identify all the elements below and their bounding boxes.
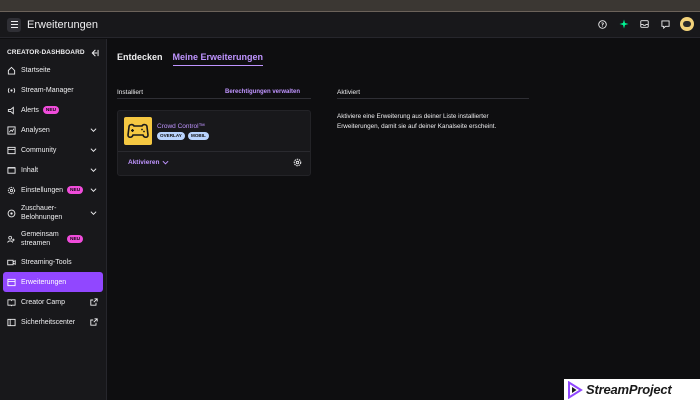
settings-icon bbox=[7, 186, 16, 195]
sidebar-item-label: Erweiterungen bbox=[21, 278, 67, 286]
sidebar-item-alerts[interactable]: Alerts NEU bbox=[0, 100, 106, 120]
community-icon bbox=[7, 146, 16, 155]
watermark-text: StreamProject bbox=[586, 382, 672, 397]
external-link-icon bbox=[90, 318, 98, 326]
window-top-strip bbox=[0, 0, 700, 12]
help-icon[interactable]: ? bbox=[596, 18, 609, 31]
sidebar-item-label: Einstellungen bbox=[21, 186, 64, 194]
play-logo-icon bbox=[568, 380, 583, 399]
tab-entdecken[interactable]: Entdecken bbox=[117, 52, 163, 66]
watermark-logo: StreamProject bbox=[564, 379, 700, 400]
top-nav: Erweiterungen ? bbox=[0, 12, 700, 38]
sidebar-item-label: Analysen bbox=[21, 126, 50, 134]
sidebar-item-label: Streaming-Tools bbox=[21, 258, 72, 266]
tag-mobil: MOBIL bbox=[188, 132, 209, 140]
sidebar-item-erweiterungen[interactable]: Erweiterungen bbox=[3, 272, 103, 292]
sidebar-item-zuschauer-belohnungen[interactable]: Zuschauer-Belohnungen bbox=[0, 200, 106, 226]
svg-text:?: ? bbox=[601, 22, 604, 28]
page-title: Erweiterungen bbox=[27, 18, 98, 31]
chevron-down-icon bbox=[90, 128, 97, 132]
sidebar-header: CREATOR-DASHBOARD bbox=[0, 39, 106, 59]
activate-dropdown[interactable]: Aktivieren bbox=[128, 159, 169, 166]
new-badge: NEU bbox=[67, 186, 84, 194]
sidebar-item-streaming-tools[interactable]: Streaming-Tools bbox=[0, 252, 106, 272]
new-badge: NEU bbox=[42, 106, 60, 114]
chevron-down-icon bbox=[90, 211, 97, 215]
alerts-icon bbox=[7, 105, 16, 115]
sidebar: CREATOR-DASHBOARD Startseite Stream-Mana… bbox=[0, 39, 107, 400]
sidebar-item-label: Gemeinsam streamen bbox=[21, 231, 59, 247]
sidebar-heading: CREATOR-DASHBOARD bbox=[7, 49, 85, 56]
sidebar-item-label: Startseite bbox=[21, 66, 51, 74]
chevron-down-icon bbox=[90, 188, 97, 192]
manage-permissions-link[interactable]: Berechtigungen verwalten bbox=[225, 89, 300, 95]
activated-heading: Aktiviert bbox=[337, 89, 361, 96]
content-icon bbox=[7, 166, 16, 175]
tag-overlay: OVERLAY bbox=[157, 132, 185, 140]
activated-empty-message: Aktiviere eine Erweiterung aus deiner Li… bbox=[337, 113, 497, 130]
crowd-control-logo[interactable] bbox=[124, 117, 152, 145]
safety-icon bbox=[7, 318, 16, 327]
chevron-down-icon bbox=[90, 148, 97, 152]
sidebar-item-label: Community bbox=[21, 146, 57, 154]
sidebar-item-stream-manager[interactable]: Stream-Manager bbox=[0, 80, 106, 100]
installed-divider bbox=[117, 98, 311, 99]
whispers-icon[interactable] bbox=[659, 18, 672, 31]
chevron-down-icon bbox=[90, 168, 97, 172]
sidebar-item-community[interactable]: Community bbox=[0, 140, 106, 160]
menu-icon[interactable] bbox=[7, 17, 21, 32]
sidebar-item-label: Zuschauer-Belohnungen bbox=[21, 205, 63, 221]
sidebar-item-label: Stream-Manager bbox=[21, 86, 74, 94]
header-icons: ? bbox=[596, 17, 694, 31]
extension-name[interactable]: Crowd Control™ bbox=[157, 123, 205, 130]
camp-icon bbox=[7, 298, 16, 307]
broadcast-icon bbox=[7, 86, 16, 95]
avatar[interactable] bbox=[680, 17, 694, 31]
sidebar-item-einstellungen[interactable]: Einstellungen NEU bbox=[0, 180, 106, 200]
tab-meine-erweiterungen[interactable]: Meine Erweiterungen bbox=[172, 52, 264, 66]
gear-icon[interactable] bbox=[293, 158, 302, 167]
collab-icon bbox=[7, 235, 16, 244]
sidebar-item-analysen[interactable]: Analysen bbox=[0, 120, 106, 140]
chevron-down-icon bbox=[162, 160, 169, 165]
sidebar-item-gemeinsam-streamen[interactable]: Gemeinsam streamen NEU bbox=[0, 226, 106, 252]
sidebar-item-creator-camp[interactable]: Creator Camp bbox=[0, 292, 106, 312]
rewards-icon bbox=[7, 209, 16, 218]
sidebar-item-startseite[interactable]: Startseite bbox=[0, 60, 106, 80]
collapse-sidebar-icon[interactable] bbox=[90, 49, 99, 57]
activated-divider bbox=[337, 98, 529, 99]
inbox-icon[interactable] bbox=[638, 18, 651, 31]
sidebar-item-sicherheitscenter[interactable]: Sicherheitscenter bbox=[0, 312, 106, 332]
home-icon bbox=[7, 66, 16, 75]
sidebar-item-label: Alerts bbox=[21, 106, 39, 114]
external-link-icon bbox=[90, 298, 98, 306]
new-badge: NEU bbox=[67, 235, 84, 243]
extensions-icon bbox=[7, 278, 16, 287]
sidebar-item-inhalt[interactable]: Inhalt bbox=[0, 160, 106, 180]
extension-tabs: Entdecken Meine Erweiterungen bbox=[117, 52, 264, 66]
sidebar-item-label: Sicherheitscenter bbox=[21, 318, 76, 326]
sidebar-item-label: Inhalt bbox=[21, 166, 39, 174]
sidebar-nav: Startseite Stream-Manager Alerts NEU Ana… bbox=[0, 60, 106, 332]
analytics-icon bbox=[7, 125, 16, 135]
extension-card: Crowd Control™ OVERLAY MOBIL Aktivieren bbox=[117, 110, 311, 176]
sidebar-item-label: Creator Camp bbox=[21, 298, 65, 306]
card-divider bbox=[118, 151, 310, 152]
installed-heading: Installiert bbox=[117, 89, 144, 96]
camera-icon bbox=[7, 258, 16, 267]
sparkle-icon[interactable] bbox=[617, 18, 630, 31]
activate-label: Aktivieren bbox=[128, 159, 160, 166]
